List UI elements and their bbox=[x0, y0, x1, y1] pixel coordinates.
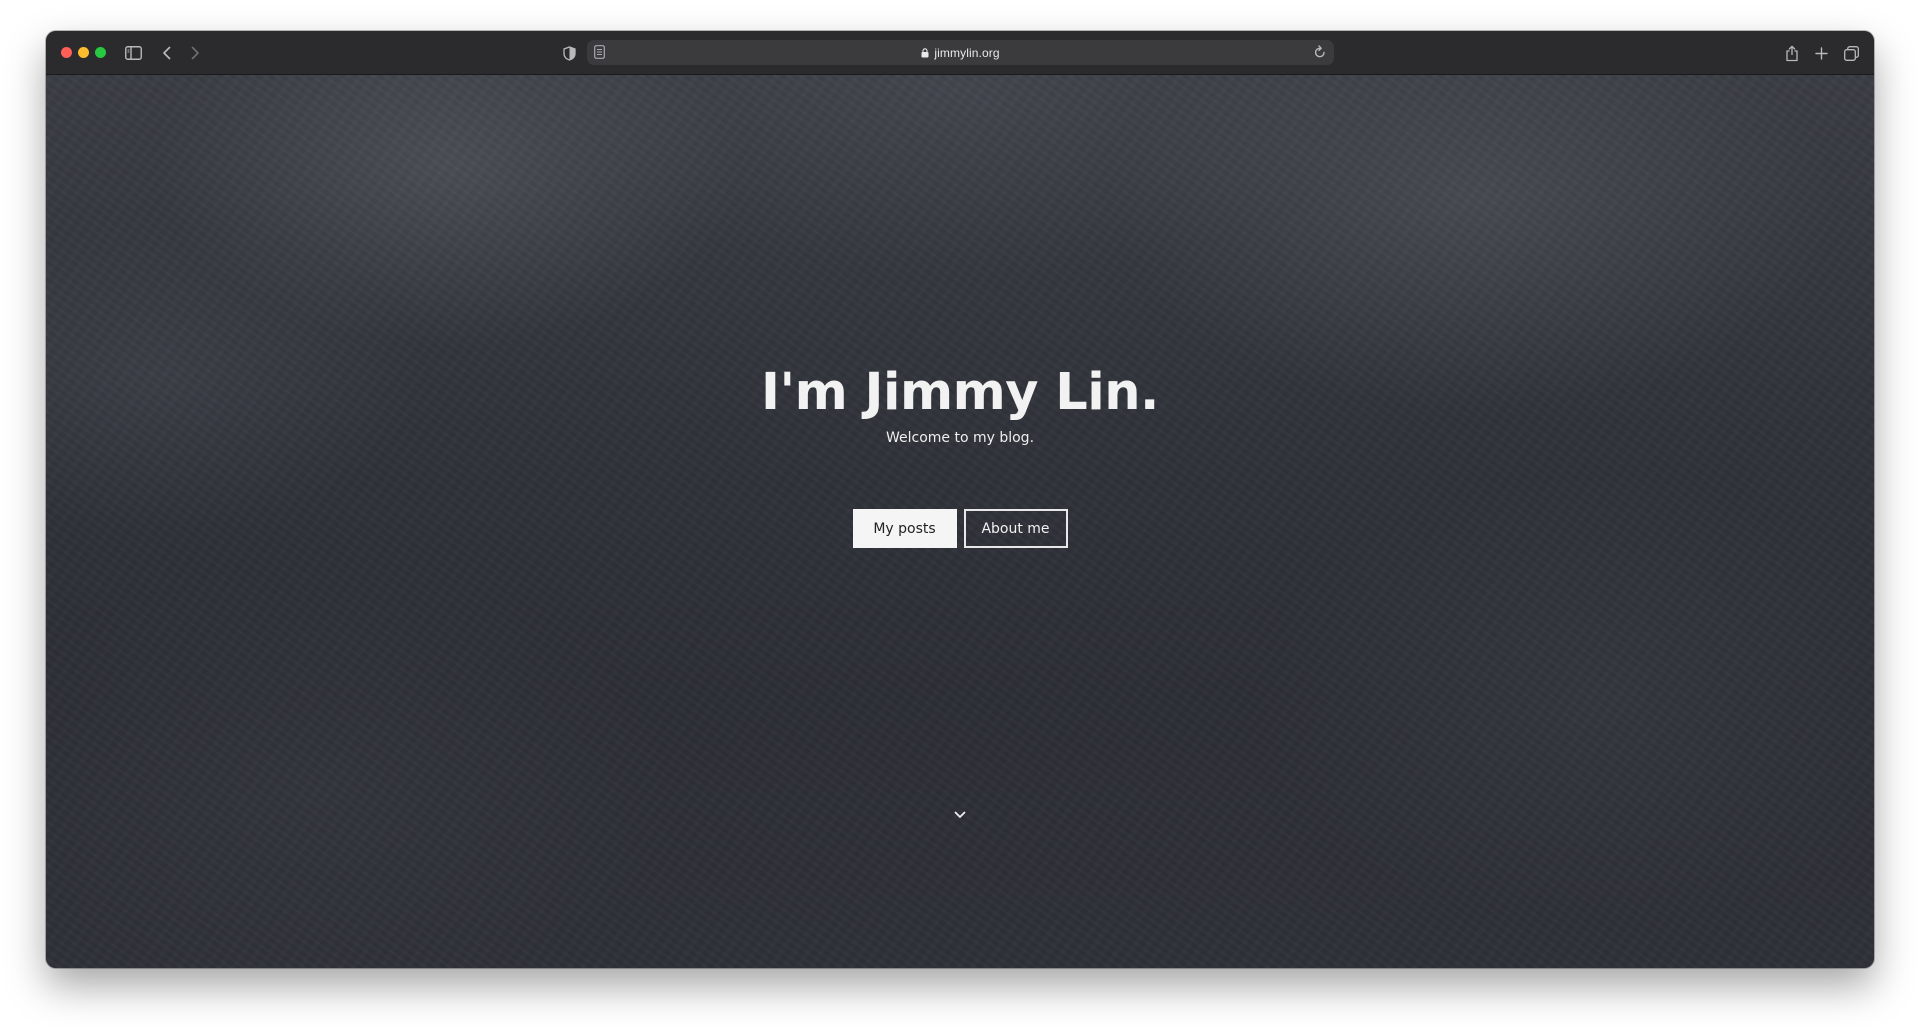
forward-icon[interactable] bbox=[184, 42, 206, 64]
lock-icon bbox=[921, 47, 929, 57]
tab-overview-icon[interactable] bbox=[1840, 42, 1862, 64]
close-window-button[interactable] bbox=[61, 47, 72, 58]
address-bar[interactable]: jimmylin.org bbox=[587, 40, 1334, 65]
url-text: jimmylin.org bbox=[934, 45, 1000, 60]
privacy-shield-icon[interactable] bbox=[558, 42, 580, 64]
share-icon[interactable] bbox=[1781, 42, 1803, 64]
page-content: I'm Jimmy Lin. Welcome to my blog. My po… bbox=[46, 75, 1874, 968]
hero-subtitle: Welcome to my blog. bbox=[885, 430, 1035, 446]
new-tab-icon[interactable] bbox=[1810, 42, 1832, 64]
my-posts-button[interactable]: My posts bbox=[852, 509, 957, 548]
browser-window: jimmylin.org I'm Jimmy Lin. Welcome to m… bbox=[46, 31, 1874, 968]
hero: I'm Jimmy Lin. Welcome to my blog. bbox=[46, 367, 1874, 446]
back-icon[interactable] bbox=[156, 42, 178, 64]
about-me-button[interactable]: About me bbox=[963, 509, 1068, 548]
minimize-window-button[interactable] bbox=[78, 47, 89, 58]
cta-buttons: My posts About me bbox=[46, 509, 1874, 548]
hero-title: I'm Jimmy Lin. bbox=[761, 363, 1159, 422]
reload-icon[interactable] bbox=[1314, 45, 1326, 64]
browser-toolbar: jimmylin.org bbox=[46, 31, 1874, 75]
chevron-down-icon[interactable] bbox=[951, 808, 969, 822]
sidebar-icon[interactable] bbox=[122, 42, 144, 64]
maximize-window-button[interactable] bbox=[95, 47, 106, 58]
